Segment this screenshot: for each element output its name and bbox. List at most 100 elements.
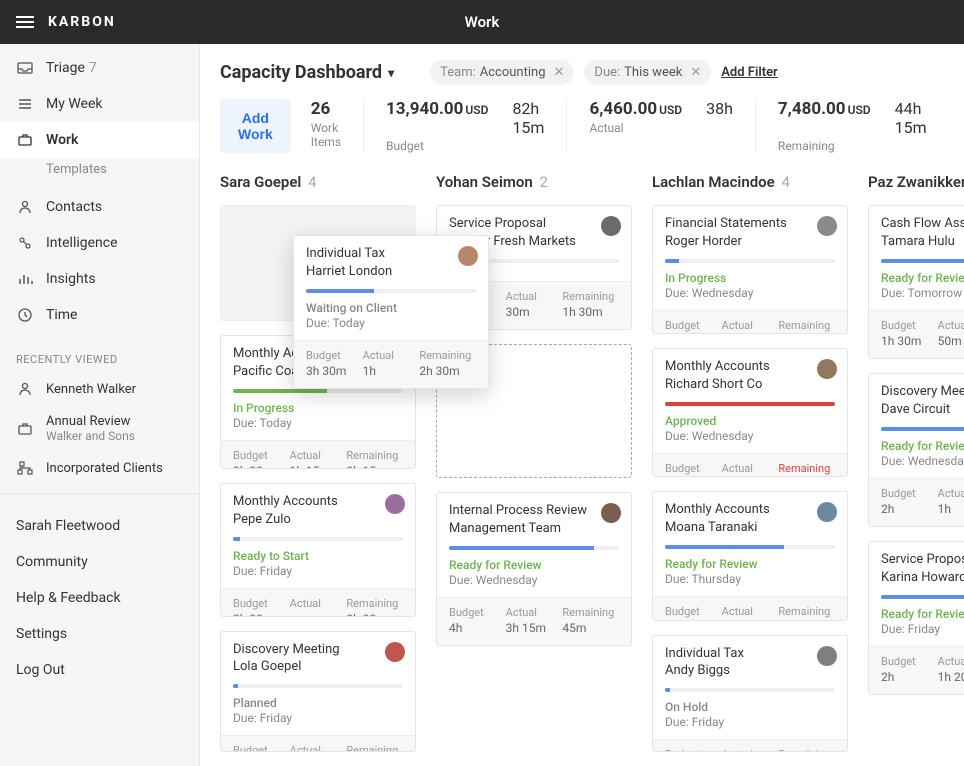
stat-value: 7,480.00 <box>778 99 846 119</box>
org-icon <box>16 459 34 477</box>
metric-value: 50m <box>938 334 964 348</box>
card-status: On Hold <box>665 700 708 714</box>
stat-value: 26 <box>311 99 341 119</box>
metric-label: Actual <box>938 487 964 500</box>
card-title: Internal Process Review <box>449 503 619 520</box>
work-card[interactable]: Discovery Meeting Lola Goepel Planned Du… <box>220 631 416 752</box>
nav-contacts[interactable]: Contacts <box>0 189 199 225</box>
footer-community[interactable]: Community <box>0 544 199 580</box>
metric-label: Remaining <box>778 605 835 618</box>
add-work-button[interactable]: Add Work <box>220 99 291 153</box>
work-card[interactable]: Monthly Accounts Pepe Zulo Ready to Star… <box>220 483 416 617</box>
person-icon <box>16 198 34 216</box>
footer-logout[interactable]: Log Out <box>0 652 199 688</box>
metric-label: Budget <box>449 606 506 619</box>
card-title: Cash Flow Assessment <box>881 216 964 233</box>
metric-label: Budget <box>233 449 290 462</box>
metric-label: Remaining <box>346 744 403 752</box>
recent-item[interactable]: Annual ReviewWalker and Sons <box>0 406 199 451</box>
stat-value: 13,940.00 <box>386 99 463 119</box>
metric-label: Remaining <box>346 449 403 462</box>
work-card[interactable]: Monthly Accounts Moana Taranaki Ready fo… <box>652 491 848 620</box>
metric-label: Actual <box>506 606 563 619</box>
metric-value: 4h <box>449 621 506 635</box>
metric-value: 1h 30m <box>881 334 938 348</box>
metric-label: Actual <box>290 744 347 752</box>
work-card[interactable]: Internal Process Review Management Team … <box>436 492 632 646</box>
metric-label: Actual <box>722 462 779 475</box>
nav-my-week[interactable]: My Week <box>0 86 199 122</box>
stat-work-items: 26 Work Items <box>311 99 363 153</box>
nav-templates[interactable]: Templates <box>0 158 199 189</box>
nav-insights[interactable]: Insights <box>0 261 199 297</box>
work-card[interactable]: Monthly Accounts Richard Short Co Approv… <box>652 348 848 477</box>
kanban-column[interactable]: Lachlan Macindoe 4 Financial Statements … <box>652 169 848 766</box>
recent-header: RECENTLY VIEWED <box>0 339 199 372</box>
close-icon[interactable]: ✕ <box>554 65 565 80</box>
briefcase-icon <box>16 131 34 149</box>
dragged-card[interactable]: Individual Tax Harriet London Waiting on… <box>293 235 489 389</box>
close-icon[interactable]: ✕ <box>690 65 701 80</box>
card-status: Ready for Review <box>449 558 542 572</box>
metric-value: 3h 30m <box>233 464 290 469</box>
clock-icon <box>16 306 34 324</box>
menu-icon[interactable] <box>16 12 36 32</box>
nav-intelligence[interactable]: Intelligence <box>0 225 199 261</box>
stat-value: 6,460.00 <box>589 99 657 119</box>
recent-label: Annual Review <box>46 414 130 429</box>
footer-settings[interactable]: Settings <box>0 616 199 652</box>
metric-value: 1h <box>363 364 420 378</box>
kanban-column[interactable]: Paz Zwanikken 3 Cash Flow Assessment Tam… <box>868 169 964 766</box>
stat-actual: 6,460.00USD 38h Actual <box>566 99 754 153</box>
stat-currency: USD <box>848 103 871 117</box>
metric-value: 2h 15m <box>346 464 403 469</box>
work-card[interactable]: Financial Statements Roger Horder In Pro… <box>652 205 848 334</box>
dashboard-title-dropdown[interactable]: Capacity Dashboard ▾ <box>220 62 394 83</box>
progress-bar <box>881 427 964 431</box>
footer-help[interactable]: Help & Feedback <box>0 580 199 616</box>
metric-value: 3h 30m <box>306 364 363 378</box>
nav-time[interactable]: Time <box>0 297 199 333</box>
metric-label: Remaining <box>778 319 835 332</box>
filter-pill-due[interactable]: Due: This week ✕ <box>584 60 711 85</box>
column-count: 4 <box>781 173 789 191</box>
avatar <box>601 216 621 236</box>
metric-label: Actual <box>363 349 420 362</box>
card-due: Due: Today <box>306 316 476 330</box>
stat-label: Actual <box>589 121 732 135</box>
metric-label: Budget <box>881 487 938 500</box>
metric-value: 2h 30m <box>346 612 403 617</box>
main: Capacity Dashboard ▾ Team: Accounting ✕ … <box>200 44 964 766</box>
work-card[interactable]: Discovery Meeting Dave Circuit Ready for… <box>868 373 964 527</box>
metric-label: Remaining <box>346 597 403 610</box>
nav-triage[interactable]: Triage 7 <box>0 50 199 86</box>
work-card[interactable]: Cash Flow Assessment Tamara Hulu Ready f… <box>868 205 964 359</box>
metric-label: Budget <box>306 349 363 362</box>
recent-item[interactable]: Incorporated Clients <box>0 451 199 485</box>
add-filter-link[interactable]: Add Filter <box>721 65 778 80</box>
metric-value: 1h <box>938 502 964 516</box>
stat-currency: USD <box>465 103 488 117</box>
work-card[interactable]: Individual Tax Andy Biggs On Hold Due: F… <box>652 635 848 752</box>
card-status: In Progress <box>233 401 294 415</box>
metric-value: 1h 15m <box>290 464 347 469</box>
footer-user[interactable]: Sarah Fleetwood <box>0 508 199 544</box>
progress-bar <box>881 595 964 599</box>
card-client: Moana Taranaki <box>665 520 835 535</box>
card-client: Tamara Hulu <box>881 234 964 249</box>
recent-item[interactable]: Kenneth Walker <box>0 372 199 406</box>
recent-sub: Walker and Sons <box>46 429 135 443</box>
stat-remaining: 7,480.00USD 44h 15m Remaining <box>755 99 949 153</box>
nav-work[interactable]: Work <box>0 122 199 158</box>
stat-budget: 13,940.00USD 82h 15m Budget <box>363 99 566 153</box>
stat-time: 38h <box>706 99 733 118</box>
filter-label: Due: <box>594 65 620 80</box>
column-count: 4 <box>308 173 316 191</box>
card-client: Andy Biggs <box>665 663 835 678</box>
progress-bar <box>665 402 835 406</box>
dashboard-title-text: Capacity Dashboard <box>220 62 382 83</box>
work-card[interactable]: Service Proposal Karina Howard Ready for… <box>868 541 964 695</box>
page-title: Work <box>465 13 500 31</box>
nav-badge: 7 <box>89 60 97 76</box>
filter-pill-team[interactable]: Team: Accounting ✕ <box>430 60 574 85</box>
